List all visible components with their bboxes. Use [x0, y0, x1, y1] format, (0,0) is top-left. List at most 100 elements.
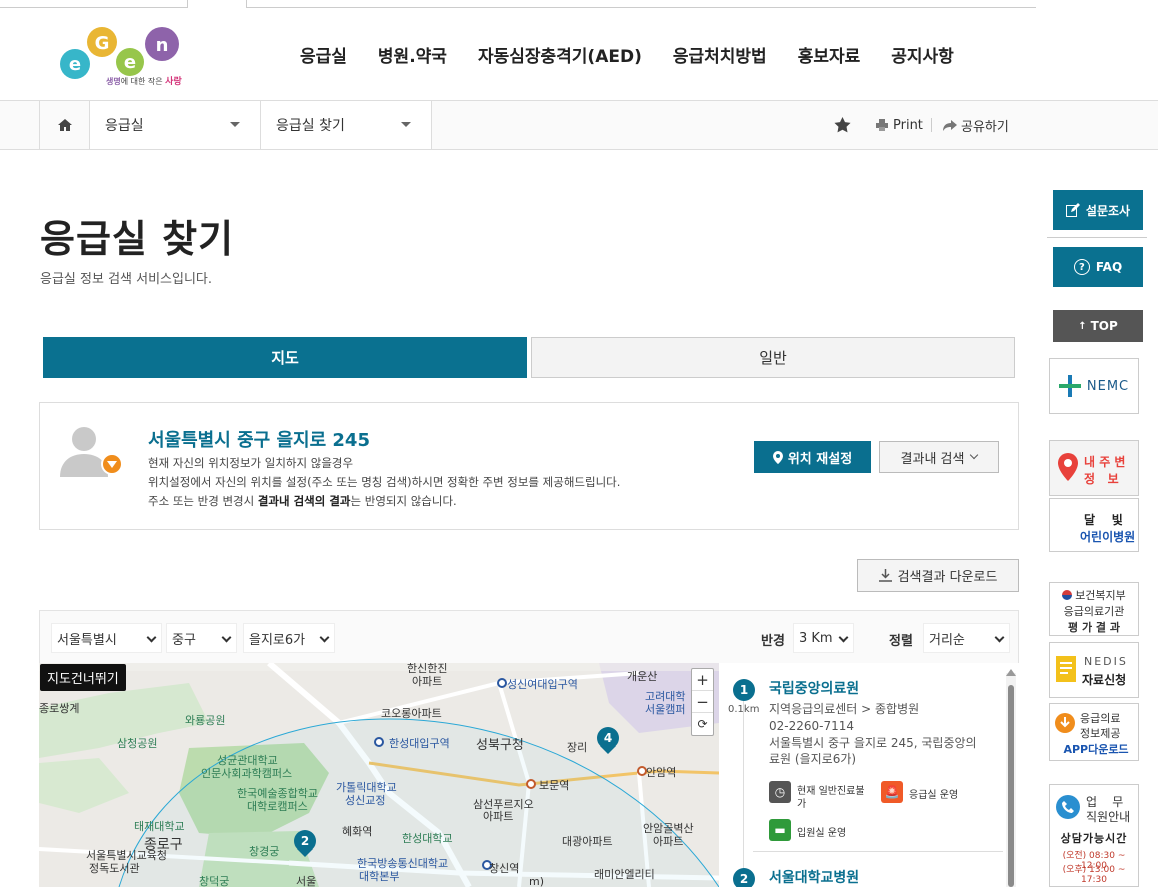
map-label: 인문사회과학캠퍼스 [201, 767, 293, 780]
quick-divider [1047, 237, 1147, 238]
app-download-banner[interactable]: 응급의료 정보제공 APP다운로드 [1049, 703, 1139, 761]
nav-notice[interactable]: 공지사항 [891, 42, 954, 67]
map-label: 정독도서관 [89, 862, 140, 875]
site-logo[interactable]: e G e n 생명에 대한 작은 사랑 [58, 22, 190, 88]
question-icon: ? [1073, 259, 1090, 275]
reset-location-button[interactable]: 위치 재설정 [754, 441, 871, 473]
result-phone: 02-2260-7114 [769, 719, 855, 733]
sort-label: 정렬 [889, 634, 913, 649]
result-name[interactable]: 서울대학교병원 [769, 867, 859, 887]
map-label: 창신역 [489, 862, 520, 875]
print-button[interactable]: Print [876, 101, 923, 149]
faq-button[interactable]: ? FAQ [1053, 247, 1143, 287]
map-label: 래미안엘리티 [594, 868, 655, 881]
download-results-button[interactable]: 검색결과 다운로드 [857, 559, 1019, 592]
map-label: 태재대학교 [134, 820, 185, 833]
cloud-download-icon [1055, 713, 1075, 733]
home-icon [57, 119, 72, 131]
map-view[interactable]: 지도건너뛰기 종로쌍계 한신한진 아파트 성신여대입구역 개운산 고려대학 서울… [39, 663, 719, 887]
filter-bar: 서울특별시 중구 을지로6가 반경 3 Km 정렬 거리순 [39, 610, 1019, 664]
top-strip [0, 0, 1158, 10]
location-marker-icon [101, 453, 123, 475]
map-label: 종로쌍계 [39, 702, 80, 715]
tab-map[interactable]: 지도 [43, 337, 527, 378]
survey-button[interactable]: 설문조사 [1053, 190, 1143, 230]
map-pin-icon [772, 450, 783, 464]
result-type: 지역응급의료센터 > 종합병원 [769, 702, 920, 716]
map-label: 서울캠퍼 [645, 703, 686, 716]
clock-icon: ◷ [769, 781, 791, 803]
map-label: 개운산 [627, 670, 658, 683]
star-icon [834, 117, 851, 133]
result-number: 2 [733, 868, 755, 887]
map-label: 보문역 [539, 779, 570, 792]
svg-text:e: e [69, 54, 81, 75]
radius-label: 반경 [761, 634, 785, 649]
page-subtitle: 응급실 정보 검색 서비스입니다. [40, 272, 213, 287]
nedis-banner[interactable]: NEDIS 자료신청 [1049, 642, 1139, 698]
list-timeline [743, 687, 744, 887]
zoom-out-button[interactable]: − [692, 691, 713, 713]
location-panel: 서울특별시 중구 을지로 245 현재 자신의 위치정보가 일치하지 않을경우 … [39, 402, 1019, 530]
page-title: 응급실 찾기 [40, 217, 235, 261]
tab-general[interactable]: 일반 [531, 337, 1015, 378]
phone-guide-banner[interactable]: 업 무 직원안내 상담가능시간 (오전) 08:30 ~ 12:00 (오후) … [1049, 784, 1139, 887]
pin-tail-icon [297, 849, 313, 857]
breadcrumb-level1-select[interactable]: 응급실 [90, 101, 261, 149]
home-button[interactable] [39, 101, 90, 149]
breadcrumb: 응급실 응급실 찾기 Print 공유하기 [0, 100, 1158, 150]
pin-tail-icon [600, 746, 616, 754]
search-within-label: 결과내 검색 [900, 451, 965, 467]
chevron-down-icon [970, 450, 979, 460]
map-label: 대학본부 [359, 870, 400, 883]
nemc-banner[interactable]: NEMC [1049, 358, 1139, 414]
nav-aed[interactable]: 자동심장충격기(AED) [478, 42, 642, 67]
nemc-logo-icon [1058, 375, 1081, 397]
util-divider [931, 118, 932, 132]
moonlight-banner[interactable]: 달 빛 어린이병원 [1049, 498, 1139, 552]
district-select[interactable]: 중구 [166, 623, 237, 653]
nav-first-aid[interactable]: 응급처치방법 [673, 42, 767, 67]
download-icon [878, 569, 892, 582]
nav-emergency-room[interactable]: 응급실 [300, 42, 347, 67]
location-note-2: 위치설정에서 자신의 위치를 설정(주소 또는 명칭 검색)하시면 정확한 주변… [148, 475, 621, 489]
siren-icon: 🚨 [881, 781, 903, 803]
main-nav: 응급실 병원.약국 자동심장충격기(AED) 응급처치방법 홍보자료 공지사항 [300, 42, 985, 67]
favorite-button[interactable] [834, 101, 851, 149]
status-general-care: ◷ 현재 일반진료불 가 [769, 781, 865, 811]
search-within-results-button[interactable]: 결과내 검색 [879, 441, 999, 473]
refresh-map-button[interactable]: ⟳ [692, 713, 713, 735]
mohw-banner[interactable]: 보건복지부 응급의료기관 평 가 결 과 [1049, 582, 1139, 636]
scrollbar-thumb[interactable] [1008, 685, 1014, 887]
share-button[interactable]: 공유하기 [943, 101, 1009, 149]
breadcrumb-level2-select[interactable]: 응급실 찾기 [261, 101, 432, 149]
zoom-in-button[interactable]: + [692, 669, 713, 691]
sort-select[interactable]: 거리순 [923, 623, 1010, 653]
city-select[interactable]: 서울특별시 [51, 623, 162, 653]
taegeuk-icon [1062, 590, 1073, 600]
map-label: 와룡공원 [185, 714, 226, 727]
map-label: 창경궁 [249, 845, 280, 858]
scroll-up-icon[interactable] [1006, 669, 1016, 676]
nearby-info-banner[interactable]: 내 주 변 정 보 [1049, 440, 1139, 496]
share-label: 공유하기 [961, 119, 1009, 135]
map-label: 장리 [567, 741, 588, 754]
print-label: Print [893, 117, 923, 133]
radius-select[interactable]: 3 Km [793, 623, 854, 653]
result-address-2: 료원 (을지로6가) [769, 752, 857, 766]
result-list: 1 0.1km 국립중앙의료원 지역응급의료센터 > 종합병원 02-2260-… [719, 663, 1019, 887]
map-label: 창덕궁 [199, 875, 230, 887]
top-button[interactable]: ↑ TOP [1053, 310, 1143, 342]
result-number: 1 [733, 679, 755, 701]
chevron-down-icon [230, 122, 240, 127]
location-note-3: 주소 또는 반경 변경시 결과내 검색의 결과는 반영되지 않습니다. [148, 494, 457, 508]
svg-text:G: G [95, 33, 110, 54]
nav-promotion[interactable]: 홍보자료 [798, 42, 861, 67]
result-name[interactable]: 국립중앙의료원 [769, 678, 859, 698]
nav-hospital-pharmacy[interactable]: 병원.약국 [378, 42, 447, 67]
skip-map-link[interactable]: 지도건너뛰기 [40, 664, 126, 691]
street-select[interactable]: 을지로6가 [243, 623, 335, 653]
edit-icon [1065, 203, 1080, 217]
map-label: 서울 [296, 875, 317, 887]
download-label: 검색결과 다운로드 [897, 570, 998, 585]
